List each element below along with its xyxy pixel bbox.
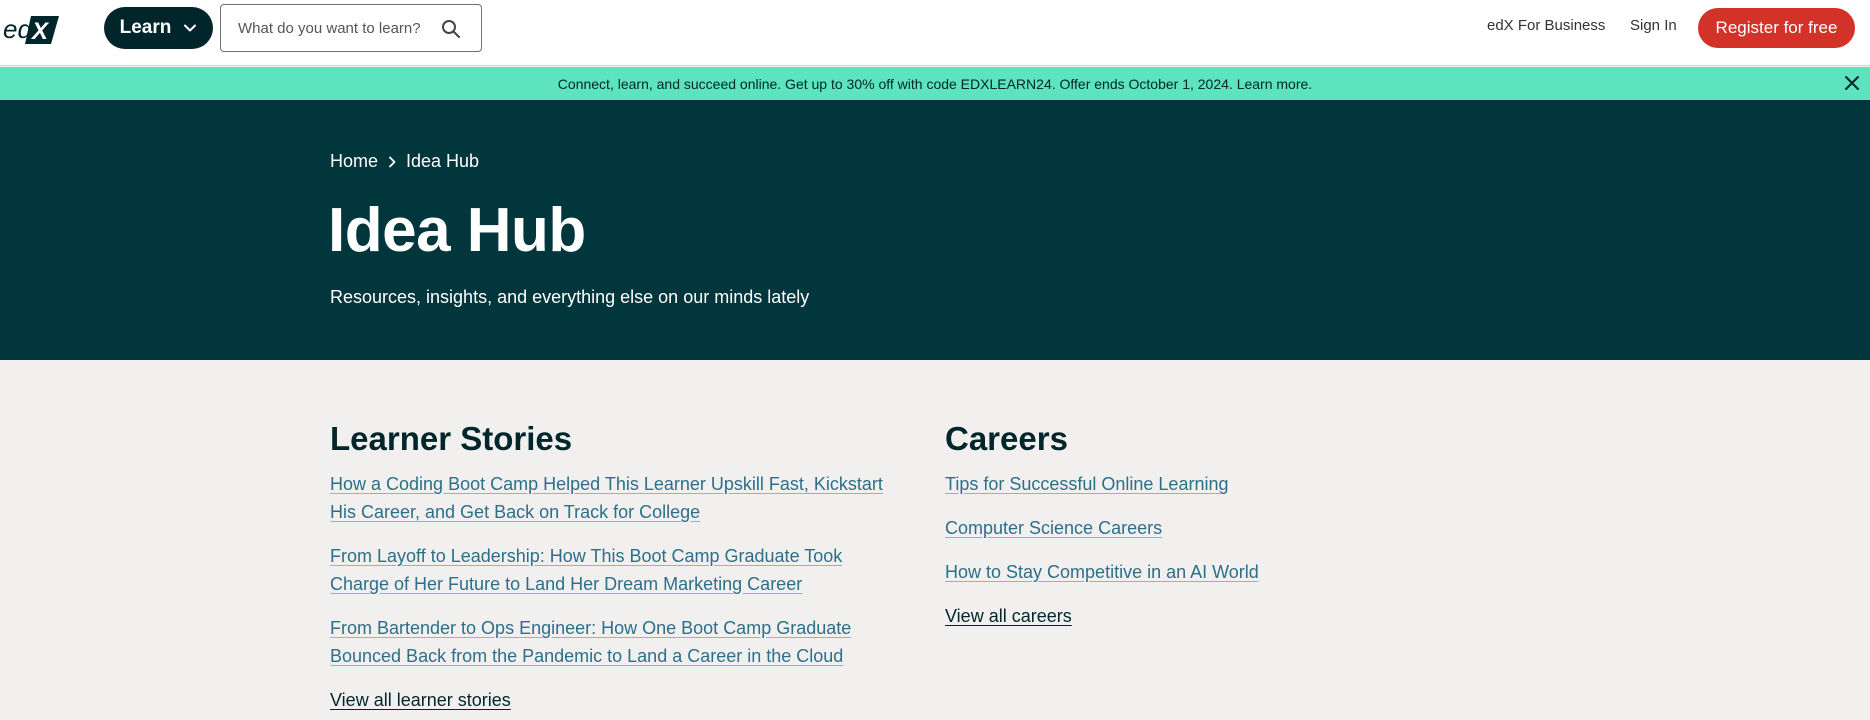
site-header: ed X Learn edX For Business Sign In Regi… (0, 0, 1870, 66)
career-link[interactable]: How to Stay Competitive in an AI World (945, 558, 1505, 586)
promo-banner: Connect, learn, and succeed online. Get … (0, 67, 1870, 100)
view-all-careers-link[interactable]: View all careers (945, 602, 1505, 630)
chevron-down-icon (184, 24, 197, 32)
business-link[interactable]: edX For Business (1487, 17, 1605, 34)
search-input[interactable] (238, 19, 438, 37)
promo-learn-more-link[interactable]: Learn more. (1237, 76, 1312, 92)
learner-story-link[interactable]: From Bartender to Ops Engineer: How One … (330, 614, 890, 670)
promo-text: Connect, learn, and succeed online. Get … (557, 75, 1233, 92)
close-icon[interactable] (1844, 75, 1860, 91)
breadcrumb: Home Idea Hub (330, 151, 479, 172)
page-subtitle: Resources, insights, and everything else… (330, 287, 810, 307)
learner-story-link[interactable]: How a Coding Boot Camp Helped This Learn… (330, 470, 890, 526)
chevron-right-icon (389, 156, 396, 167)
careers-title: Careers (945, 420, 1068, 457)
search-icon[interactable] (441, 19, 461, 39)
register-button[interactable]: Register for free (1698, 8, 1855, 48)
hero-section: Home Idea Hub Idea Hub Resources, insigh… (0, 100, 1870, 360)
page-title: Idea Hub (328, 196, 586, 265)
learn-menu-button[interactable]: Learn (104, 7, 213, 49)
svg-text:X: X (30, 18, 50, 45)
careers-section: Careers Tips for Successful Online Learn… (945, 420, 1505, 630)
sign-in-link[interactable]: Sign In (1630, 17, 1677, 34)
career-link[interactable]: Computer Science Careers (945, 514, 1505, 542)
breadcrumb-home-link[interactable]: Home (330, 151, 378, 172)
edx-logo[interactable]: ed X (1, 12, 61, 48)
breadcrumb-current: Idea Hub (406, 151, 480, 171)
learn-menu-label: Learn (119, 17, 172, 38)
learner-stories-section: Learner Stories How a Coding Boot Camp H… (330, 420, 890, 714)
career-link[interactable]: Tips for Successful Online Learning (945, 470, 1505, 498)
search-box (220, 4, 482, 52)
learner-stories-title: Learner Stories (330, 420, 573, 457)
learner-story-link[interactable]: From Layoff to Leadership: How This Boot… (330, 542, 890, 598)
view-all-learner-stories-link[interactable]: View all learner stories (330, 686, 890, 714)
